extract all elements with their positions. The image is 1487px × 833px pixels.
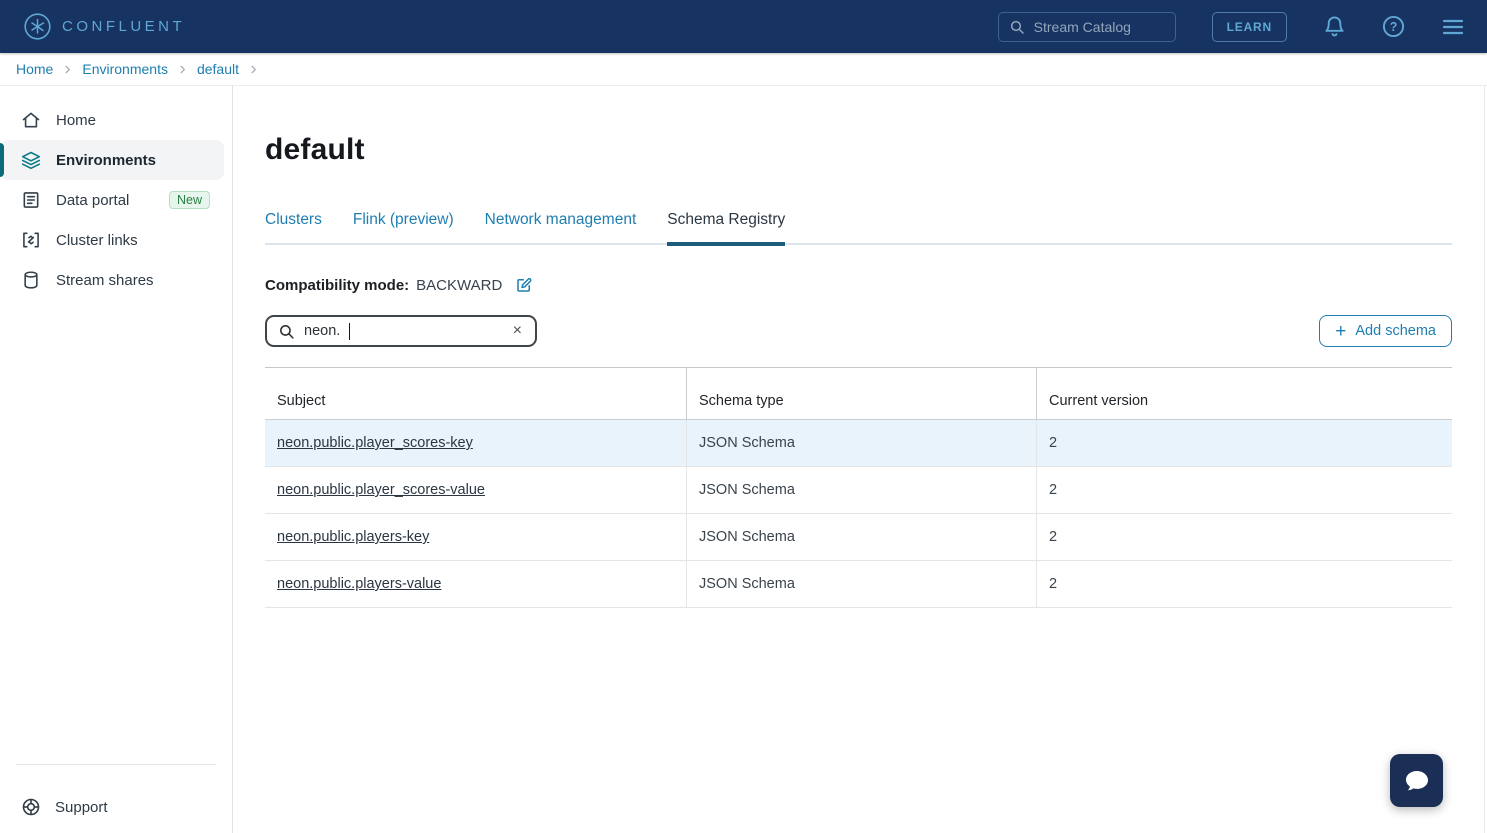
search-icon	[1009, 19, 1025, 35]
tab-bar: Clusters Flink (preview) Network managem…	[265, 211, 1452, 245]
confluent-brand[interactable]: CONFLUENT	[24, 13, 185, 40]
chat-widget-button[interactable]	[1390, 754, 1443, 807]
schema-type-cell: JSON Schema	[687, 514, 1037, 560]
scrollbar-track	[1484, 86, 1485, 833]
support-icon	[21, 797, 41, 817]
add-schema-label: Add schema	[1355, 323, 1436, 339]
stream-catalog-placeholder: Stream Catalog	[1034, 19, 1131, 35]
chevron-right-icon	[177, 64, 188, 75]
table-row[interactable]: neon.public.players-key JSON Schema 2	[265, 514, 1452, 561]
tab-flink-preview[interactable]: Flink (preview)	[353, 211, 454, 246]
layers-icon	[21, 150, 41, 170]
breadcrumb-environments[interactable]: Environments	[82, 61, 168, 77]
database-icon	[21, 270, 41, 290]
current-version-cell: 2	[1037, 420, 1452, 466]
tab-schema-registry[interactable]: Schema Registry	[667, 211, 785, 246]
stream-catalog-search[interactable]: Stream Catalog	[998, 12, 1176, 42]
help-button[interactable]: ?	[1382, 15, 1405, 38]
subject-link[interactable]: neon.public.player_scores-value	[277, 482, 485, 498]
tab-network-management[interactable]: Network management	[485, 211, 637, 246]
sidebar-item-label: Home	[56, 112, 96, 129]
schema-type-cell: JSON Schema	[687, 561, 1037, 607]
breadcrumb: Home Environments default	[0, 53, 1487, 86]
edit-icon	[515, 276, 533, 294]
sidebar-item-environments[interactable]: Environments	[0, 140, 224, 180]
chat-bubble-icon	[1402, 767, 1432, 795]
subject-link[interactable]: neon.public.players-value	[277, 576, 441, 592]
table-row[interactable]: neon.public.player_scores-value JSON Sch…	[265, 467, 1452, 514]
compatibility-mode-value: BACKWARD	[416, 277, 502, 294]
sidebar-item-label: Cluster links	[56, 232, 138, 249]
table-row[interactable]: neon.public.player_scores-key JSON Schem…	[265, 420, 1452, 467]
sidebar-item-cluster-links[interactable]: Cluster links	[0, 220, 224, 260]
chevron-right-icon	[248, 64, 259, 75]
cluster-links-icon	[21, 230, 41, 250]
sidebar-item-stream-shares[interactable]: Stream shares	[0, 260, 224, 300]
sidebar-divider	[16, 764, 216, 765]
subject-link[interactable]: neon.public.players-key	[277, 529, 429, 545]
column-header-schema-type: Schema type	[687, 368, 1037, 419]
tab-clusters[interactable]: Clusters	[265, 211, 322, 246]
table-row[interactable]: neon.public.players-value JSON Schema 2	[265, 561, 1452, 608]
notifications-button[interactable]	[1323, 15, 1346, 38]
document-icon	[21, 190, 41, 210]
page-title: default	[265, 133, 1452, 167]
search-icon	[278, 323, 295, 340]
sidebar-item-label: Stream shares	[56, 272, 154, 289]
sidebar: Home Environments Data portal New	[0, 86, 233, 833]
svg-text:?: ?	[1390, 20, 1398, 34]
brand-name: CONFLUENT	[62, 18, 185, 35]
sidebar-item-data-portal[interactable]: Data portal New	[0, 180, 224, 220]
main-content: default Clusters Flink (preview) Network…	[233, 86, 1487, 833]
schema-type-cell: JSON Schema	[687, 467, 1037, 513]
column-header-current-version: Current version	[1037, 368, 1452, 419]
search-query-text: neon.	[304, 323, 340, 339]
main-menu-button[interactable]	[1441, 16, 1465, 38]
support-label: Support	[55, 799, 108, 816]
plus-icon: +	[1335, 322, 1346, 341]
learn-button[interactable]: LEARN	[1212, 12, 1287, 42]
schema-type-cell: JSON Schema	[687, 420, 1037, 466]
compatibility-mode-label: Compatibility mode:	[265, 277, 409, 294]
top-navbar: CONFLUENT Stream Catalog LEARN	[0, 0, 1487, 53]
sidebar-item-label: Environments	[56, 152, 156, 169]
current-version-cell: 2	[1037, 467, 1452, 513]
edit-compatibility-button[interactable]	[515, 276, 533, 294]
schema-toolbar: neon. × + Add schema	[265, 315, 1452, 347]
table-header-row: Subject Schema type Current version	[265, 367, 1452, 420]
schema-search-input[interactable]: neon. ×	[265, 315, 537, 347]
confluent-logo-icon	[24, 13, 51, 40]
sidebar-item-support[interactable]: Support	[0, 783, 232, 831]
chevron-right-icon	[62, 64, 73, 75]
breadcrumb-home[interactable]: Home	[16, 61, 53, 77]
compatibility-mode-row: Compatibility mode: BACKWARD	[265, 276, 1452, 294]
current-version-cell: 2	[1037, 514, 1452, 560]
hamburger-menu-icon	[1441, 16, 1465, 38]
new-badge: New	[169, 191, 210, 209]
breadcrumb-default[interactable]: default	[197, 61, 239, 77]
subject-link[interactable]: neon.public.player_scores-key	[277, 435, 473, 451]
schemas-table: Subject Schema type Current version neon…	[265, 367, 1452, 608]
text-cursor	[349, 323, 350, 340]
sidebar-item-home[interactable]: Home	[0, 100, 224, 140]
help-icon: ?	[1382, 15, 1405, 38]
add-schema-button[interactable]: + Add schema	[1319, 315, 1452, 347]
sidebar-item-label: Data portal	[56, 192, 129, 209]
bell-icon	[1323, 15, 1346, 38]
home-icon	[21, 110, 41, 130]
column-header-subject: Subject	[265, 368, 687, 419]
clear-search-button[interactable]: ×	[511, 323, 524, 339]
current-version-cell: 2	[1037, 561, 1452, 607]
